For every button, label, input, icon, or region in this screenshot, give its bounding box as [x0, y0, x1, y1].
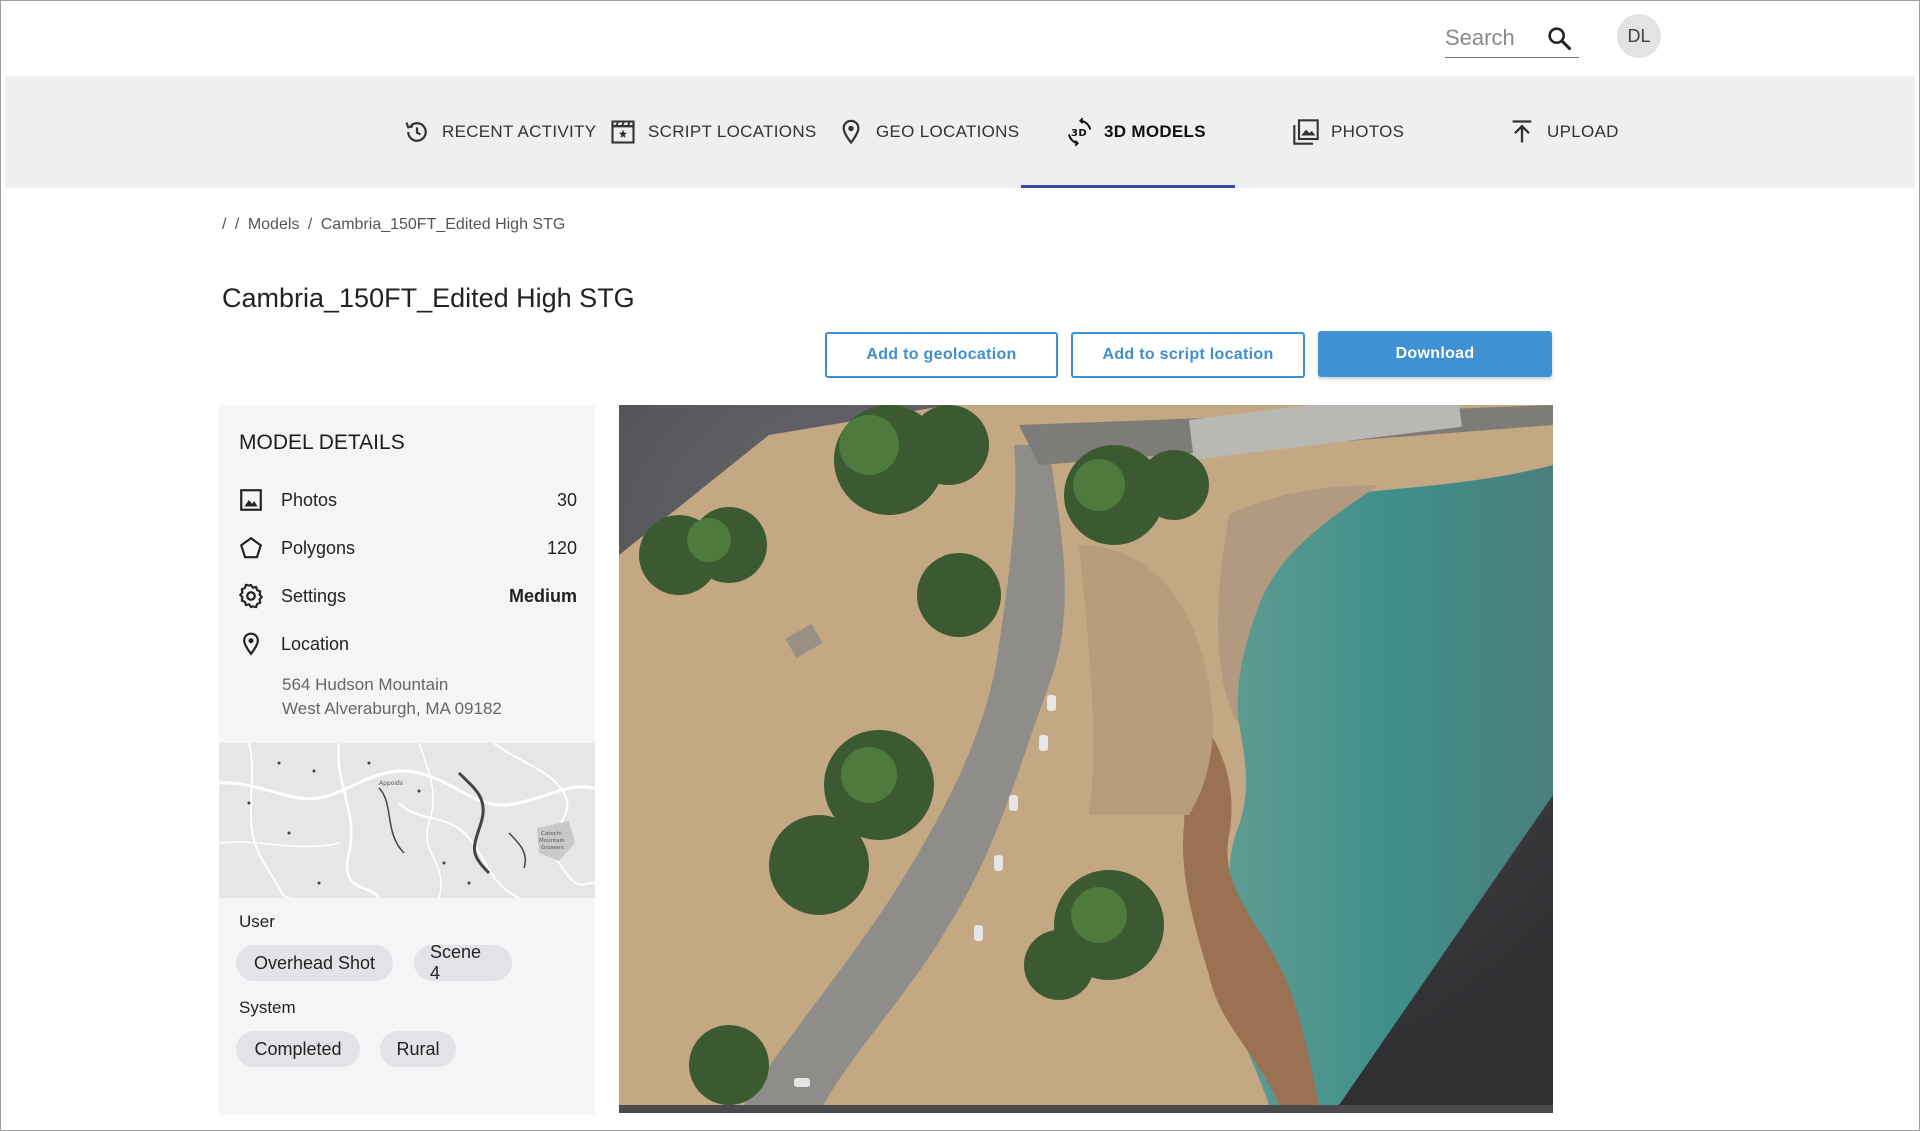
page-title: Cambria_150FT_Edited High STG: [222, 283, 635, 313]
tab-label: 3D MODELS: [1104, 122, 1206, 141]
address-line-2: West Alveraburgh, MA 09182: [282, 699, 502, 718]
user-tags-label: User: [239, 912, 275, 931]
tab-3d-models[interactable]: 3D 3D MODELS: [1064, 76, 1206, 188]
map-poi-label-3: Growers: [541, 845, 564, 851]
breadcrumb-separator: /: [234, 216, 240, 233]
tab-label: GEO LOCATIONS: [876, 122, 1020, 141]
clapperboard-icon: [608, 117, 638, 147]
upload-icon: [1507, 117, 1537, 147]
system-tags-label: System: [239, 998, 296, 1017]
gear-icon: [237, 582, 265, 610]
photo-library-icon: [1291, 117, 1321, 147]
location-mini-map[interactable]: Appoids Catochi Mountain Growers: [219, 743, 595, 898]
tag-chip[interactable]: Scene 4: [414, 942, 512, 983]
tab-label: PHOTOS: [1331, 122, 1405, 141]
model-details-panel: MODEL DETAILS Photos 30 Polygons 120 Set…: [219, 405, 595, 1115]
detail-settings: Settings Medium: [237, 581, 577, 611]
history-icon: [402, 117, 432, 147]
detail-photos: Photos 30: [237, 485, 577, 515]
tab-geo-locations[interactable]: GEO LOCATIONS: [836, 76, 1019, 188]
tab-label: RECENT ACTIVITY: [442, 122, 597, 141]
map-town-label: Appoids: [379, 780, 403, 787]
tab-script-locations[interactable]: SCRIPT LOCATIONS: [608, 76, 817, 188]
add-to-geolocation-button[interactable]: Add to geolocation: [825, 332, 1058, 378]
pentagon-icon: [237, 534, 265, 562]
add-to-script-location-button[interactable]: Add to script location: [1071, 332, 1305, 378]
tag-chip[interactable]: Rural: [380, 1031, 456, 1067]
tag-chip[interactable]: Completed: [236, 1031, 360, 1067]
breadcrumb-root[interactable]: /: [222, 216, 226, 233]
detail-value: Medium: [508, 585, 577, 606]
main-nav: RECENT ACTIVITY SCRIPT LOCATIONS GEO LOC…: [5, 76, 1915, 188]
tab-recent-activity[interactable]: RECENT ACTIVITY: [402, 76, 596, 188]
avatar[interactable]: DL: [1617, 14, 1661, 58]
search-input[interactable]: [1445, 24, 1545, 51]
breadcrumb-separator: /: [307, 216, 313, 233]
address-line-1: 564 Hudson Mountain: [282, 675, 449, 694]
model-viewer[interactable]: [619, 405, 1553, 1113]
map-poi-label-2: Mountain: [539, 838, 565, 844]
detail-label: Polygons: [281, 537, 356, 558]
detail-value: 30: [556, 489, 577, 510]
map-pin-icon: [237, 630, 265, 658]
location-address: 564 Hudson Mountain West Alveraburgh, MA…: [282, 673, 502, 721]
detail-label: Location: [281, 633, 350, 654]
top-bar: DL: [0, 0, 1920, 76]
tab-photos[interactable]: PHOTOS: [1291, 76, 1404, 188]
tag-chip[interactable]: Overhead Shot: [236, 945, 393, 981]
3d-rotate-icon: 3D: [1064, 117, 1094, 147]
active-tab-indicator: [1021, 185, 1235, 188]
map-poi-label-1: Catochi: [541, 831, 562, 837]
svg-text:3D: 3D: [1071, 128, 1087, 139]
breadcrumb-models[interactable]: Models: [248, 216, 300, 233]
model-details-title: MODEL DETAILS: [239, 431, 405, 454]
detail-value: 120: [546, 537, 577, 558]
breadcrumb-current: Cambria_150FT_Edited High STG: [320, 216, 566, 233]
search-icon[interactable]: [1545, 24, 1573, 52]
detail-label: Photos: [281, 489, 338, 510]
breadcrumb: / / Models / Cambria_150FT_Edited High S…: [222, 216, 569, 234]
search-box[interactable]: [1445, 18, 1579, 58]
tab-upload[interactable]: UPLOAD: [1507, 76, 1619, 188]
image-icon: [237, 486, 265, 514]
detail-label: Settings: [281, 585, 347, 606]
download-button[interactable]: Download: [1318, 331, 1552, 377]
tab-label: UPLOAD: [1547, 122, 1619, 141]
detail-polygons: Polygons 120: [237, 533, 577, 563]
detail-location: Location: [237, 629, 577, 659]
map-pin-icon: [836, 117, 866, 147]
tab-label: SCRIPT LOCATIONS: [648, 122, 817, 141]
